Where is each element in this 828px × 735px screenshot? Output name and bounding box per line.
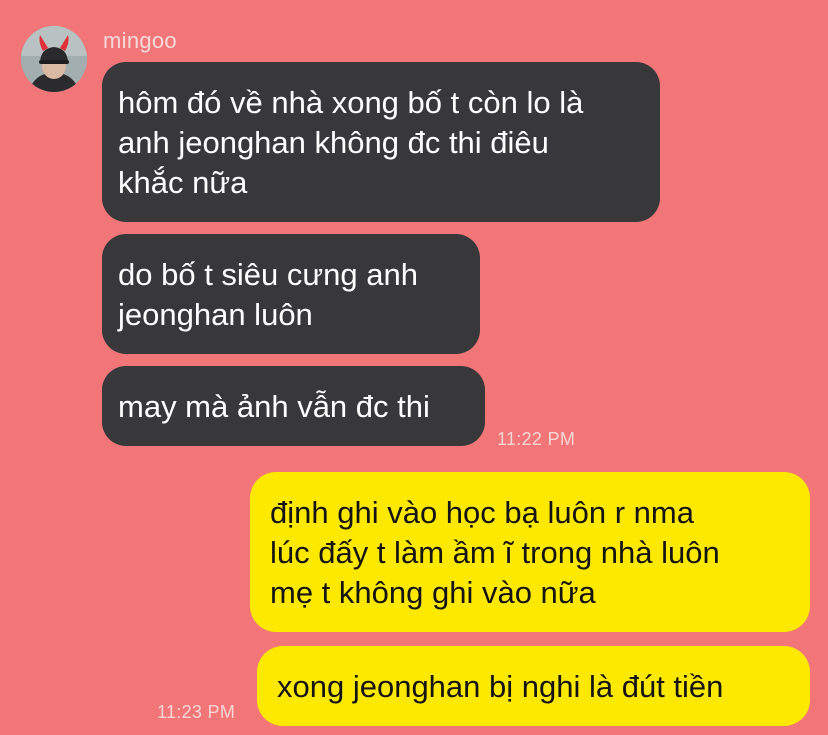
outgoing-message[interactable]: định ghi vào học bạ luôn r nma lúc đấy t…: [250, 472, 810, 632]
message-line: may mà ảnh vẫn đc thi: [118, 389, 430, 424]
incoming-message[interactable]: hôm đó về nhà xong bố t còn lo là anh je…: [102, 62, 660, 222]
message-line: định ghi vào học bạ luôn r nma: [270, 495, 694, 530]
message-timestamp: 11:23 PM: [157, 702, 236, 722]
message-line: jeonghan luôn: [118, 297, 313, 332]
incoming-message[interactable]: may mà ảnh vẫn đc thi: [102, 366, 485, 446]
avatar-image: [21, 26, 87, 92]
message-line: hôm đó về nhà xong bố t còn lo là: [118, 85, 584, 120]
message-line: do bố t siêu cưng anh: [118, 257, 418, 292]
sender-name: mingoo: [103, 28, 177, 53]
message-line: mẹ t không ghi vào nữa: [270, 575, 596, 610]
message-line: lúc đấy t làm ầm ĩ trong nhà luôn: [270, 535, 720, 570]
message-line: khắc nữa: [118, 165, 248, 200]
outgoing-message[interactable]: xong jeonghan bị nghi là đút tiền: [257, 646, 810, 726]
message-timestamp: 11:22 PM: [497, 429, 576, 449]
message-line: anh jeonghan không đc thi điêu: [118, 125, 549, 160]
message-line: xong jeonghan bị nghi là đút tiền: [277, 669, 724, 704]
incoming-message[interactable]: do bố t siêu cưng anh jeonghan luôn: [102, 234, 480, 354]
avatar[interactable]: [21, 26, 87, 92]
